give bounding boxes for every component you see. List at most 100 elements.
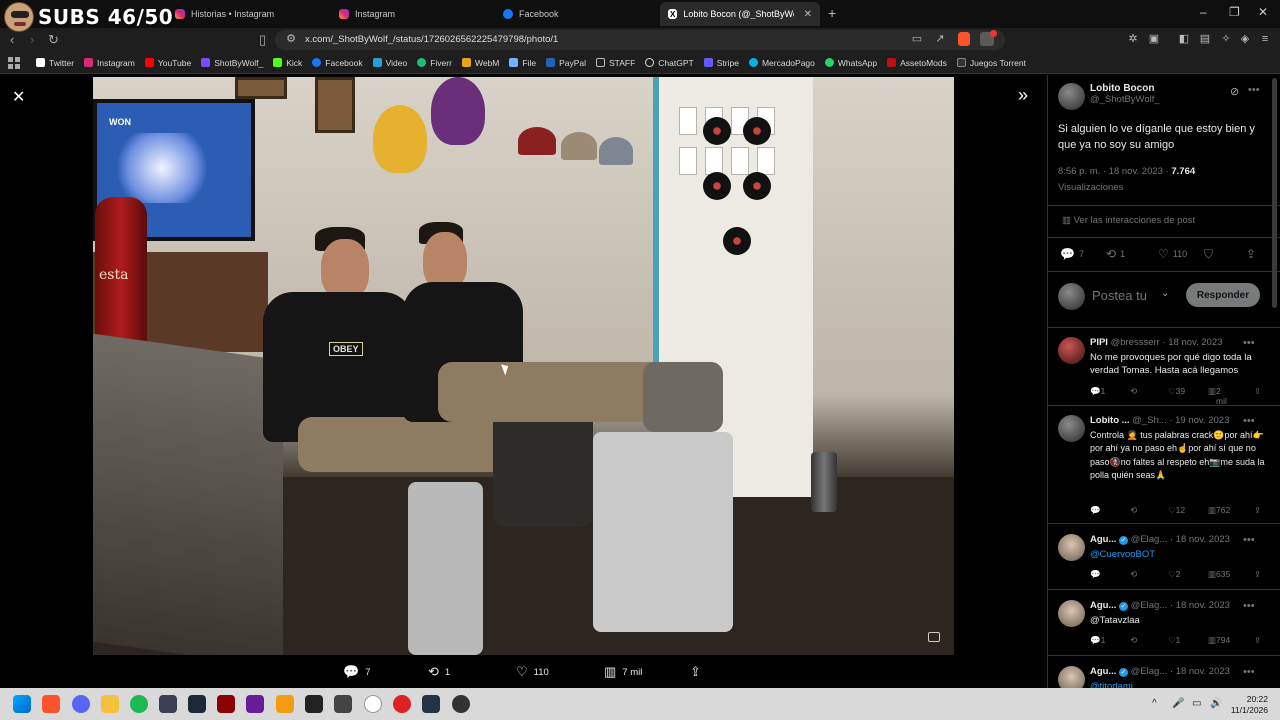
reply-mention[interactable]: @titodami xyxy=(1090,680,1265,688)
reply-author[interactable]: PIPI xyxy=(1090,337,1108,348)
bookmark-youtube[interactable]: YouTube xyxy=(144,58,191,68)
windows-start-icon[interactable] xyxy=(13,695,31,713)
bookmark-instagram[interactable]: Instagram xyxy=(84,58,135,68)
app-icon[interactable] xyxy=(217,695,235,713)
share-icon[interactable]: ⇪ xyxy=(1254,569,1261,580)
bookmark-mercadopago[interactable]: MercadoPago xyxy=(748,58,815,68)
repost-icon[interactable]: ⟲ xyxy=(1130,635,1137,646)
more-options-icon[interactable]: ••• xyxy=(1243,600,1255,612)
like-button[interactable]: ♡ 1 xyxy=(1168,635,1180,646)
bookmark-paypal[interactable]: PayPal xyxy=(546,58,586,68)
microphone-icon[interactable]: 🎤 xyxy=(1172,698,1184,709)
brave-icon[interactable] xyxy=(42,695,60,713)
repost-button[interactable]: ⟲ 1 xyxy=(428,664,450,680)
views-button[interactable]: ▥ 762 xyxy=(1208,505,1230,516)
avatar[interactable] xyxy=(1058,534,1085,561)
bookmark-assetomods[interactable]: AssetoMods xyxy=(887,58,947,68)
bookmark-webm[interactable]: WebM xyxy=(461,58,499,68)
tab-facebook[interactable]: Facebook xyxy=(503,4,559,24)
tab-historias-instagram[interactable]: Historias • Instagram xyxy=(175,4,274,24)
bookmark-twitter[interactable]: Twitter xyxy=(36,58,74,68)
reply-button[interactable]: 💬 1 xyxy=(1090,386,1105,397)
chevron-up-icon[interactable]: ^ xyxy=(1152,698,1157,709)
like-button[interactable]: ♡ 12 xyxy=(1168,505,1185,516)
close-window-button[interactable]: ✕ xyxy=(1258,5,1268,19)
bookmark-fiverr[interactable]: Fiverr xyxy=(417,58,452,68)
collapse-panel-icon[interactable]: » xyxy=(1018,85,1028,106)
sidebar-icon[interactable]: ◧ xyxy=(1178,33,1190,45)
repost-icon[interactable]: ⟲ xyxy=(1130,505,1137,516)
avatar[interactable] xyxy=(1058,83,1085,110)
close-icon[interactable]: ✕ xyxy=(12,87,25,107)
like-button[interactable]: ♡ 39 xyxy=(1168,386,1185,397)
author-handle[interactable]: @_ShotByWolf_ xyxy=(1090,94,1160,105)
apps-grid-icon[interactable] xyxy=(8,56,20,69)
avatar[interactable] xyxy=(1058,337,1085,364)
brave-shields-icon[interactable] xyxy=(958,32,970,46)
brave-rewards-icon[interactable] xyxy=(980,30,997,46)
chevron-down-icon[interactable]: ⌄ xyxy=(1161,288,1169,299)
bookmark-page-icon[interactable]: ▯ xyxy=(259,32,266,48)
more-options-icon[interactable]: ••• xyxy=(1243,415,1255,427)
bookmark-shotbywolf[interactable]: ShotByWolf_ xyxy=(201,58,263,68)
obs-icon[interactable] xyxy=(452,695,470,713)
views-button[interactable]: ▥ 794 xyxy=(1208,635,1230,646)
share-button[interactable]: ⇪ xyxy=(1246,247,1260,261)
post-photo[interactable]: WON esta OBEY xyxy=(93,77,954,655)
capcut-icon[interactable] xyxy=(305,695,323,713)
author-name[interactable]: Lobito Bocon xyxy=(1090,83,1160,94)
reply-button[interactable]: 💬 7 xyxy=(1060,247,1084,261)
extensions-icon[interactable]: ✲ xyxy=(1127,33,1139,45)
file-explorer-icon[interactable] xyxy=(101,695,119,713)
bookmark-chatgpt[interactable]: ChatGPT xyxy=(645,58,694,68)
post-interactions-link[interactable]: ▥ Ver las interacciones de post xyxy=(1062,215,1195,226)
bookmark-stripe[interactable]: Stripe xyxy=(703,58,739,68)
views-button[interactable]: ▥ 2 mil xyxy=(1208,386,1227,406)
reply-submit-button[interactable]: Responder xyxy=(1186,283,1260,307)
repost-button[interactable]: ⟲ 1 xyxy=(1106,247,1125,261)
new-tab-button[interactable]: + xyxy=(828,5,836,21)
maximize-button[interactable]: ❐ xyxy=(1229,5,1240,19)
spotify-icon[interactable] xyxy=(130,695,148,713)
share-icon[interactable]: ⇪ xyxy=(1254,635,1261,646)
steam-icon[interactable] xyxy=(188,695,206,713)
share-icon[interactable]: ⇪ xyxy=(1254,505,1261,516)
reload-icon[interactable]: ↻ xyxy=(48,32,59,48)
discord-icon[interactable] xyxy=(72,695,90,713)
site-settings-icon[interactable]: ⚙ xyxy=(285,33,297,45)
taskbar-clock[interactable]: 20:22 11/1/2026 xyxy=(1226,694,1268,716)
more-options-icon[interactable]: ••• xyxy=(1243,337,1255,349)
volume-icon[interactable]: 🔊 xyxy=(1210,698,1222,709)
panel-scrollbar[interactable] xyxy=(1272,78,1277,308)
reply-button[interactable]: 💬 7 xyxy=(343,664,370,680)
chatgpt-icon[interactable] xyxy=(364,695,382,713)
tab-lobito-bocon[interactable]: X Lobito Bocon (@_ShotByWolf_) / ✕ xyxy=(660,2,820,26)
reply-icon[interactable]: 💬 xyxy=(1090,505,1101,516)
alt-text-icon[interactable] xyxy=(928,632,940,642)
close-tab-icon[interactable]: ✕ xyxy=(804,9,812,20)
app-icon[interactable] xyxy=(422,695,440,713)
app-icon[interactable] xyxy=(334,695,352,713)
share-icon[interactable]: ↗ xyxy=(934,33,946,45)
bookmark-facebook[interactable]: Facebook xyxy=(312,58,363,68)
back-icon[interactable]: ‹ xyxy=(10,32,14,47)
reply-author[interactable]: Lobito ... xyxy=(1090,415,1130,426)
more-options-icon[interactable]: ••• xyxy=(1248,84,1260,96)
cast-icon[interactable]: ▭ xyxy=(911,33,923,45)
bookmark-video[interactable]: Video xyxy=(372,58,407,68)
grok-icon[interactable]: ⊘ xyxy=(1230,85,1239,98)
bookmark-juegos-torrent[interactable]: Juegos Torrent xyxy=(956,58,1026,68)
reply-input[interactable]: Postea tu xyxy=(1092,288,1147,303)
bookmark-button[interactable]: ⛉ xyxy=(1204,247,1217,262)
vpn-icon[interactable]: ◈ xyxy=(1239,33,1251,45)
app-icon[interactable] xyxy=(159,695,177,713)
bookmark-staff[interactable]: STAFF xyxy=(596,58,635,68)
menu-icon[interactable]: ≡ xyxy=(1259,33,1271,45)
more-options-icon[interactable]: ••• xyxy=(1243,534,1255,546)
bookmark-kick[interactable]: Kick xyxy=(273,58,302,68)
app-icon[interactable] xyxy=(246,695,264,713)
tab-instagram[interactable]: Instagram xyxy=(339,4,395,24)
post-author[interactable]: Lobito Bocon @_ShotByWolf_ xyxy=(1058,83,1160,110)
share-button[interactable]: ⇪ xyxy=(690,664,707,680)
reply-mention[interactable]: @CuervooBOT xyxy=(1090,548,1265,561)
